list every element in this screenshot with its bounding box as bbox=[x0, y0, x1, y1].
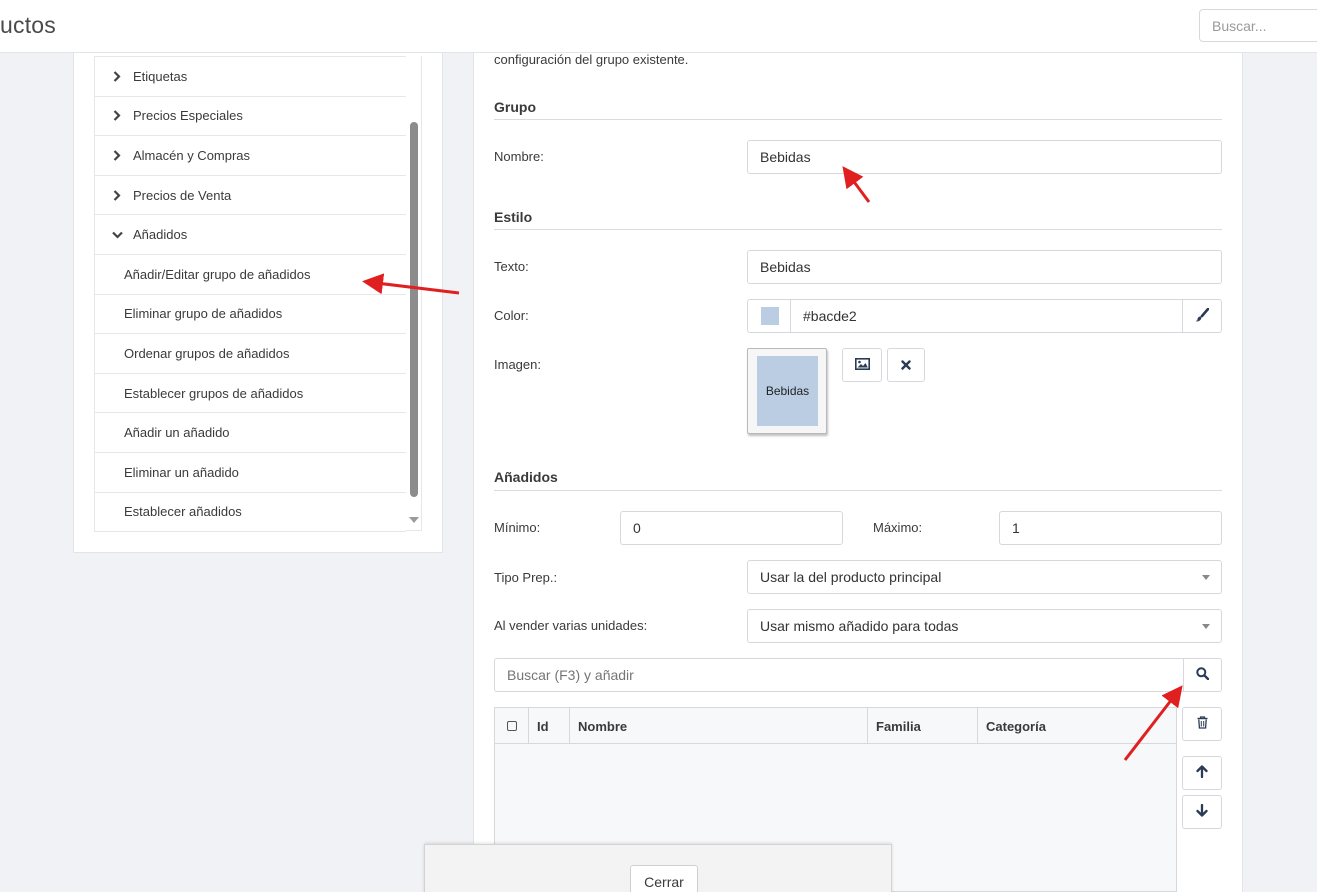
maximo-input[interactable]: 1 bbox=[999, 511, 1222, 545]
chevron-right-icon bbox=[110, 71, 124, 82]
sidebar-menu: Etiquetas Precios Especiales Almacén y C… bbox=[94, 57, 406, 533]
sidebar-subitem-ordenar-grupos[interactable]: Ordenar grupos de añadidos bbox=[94, 334, 406, 374]
sidebar-item-label: Almacén y Compras bbox=[133, 147, 251, 163]
menu-scrollbar[interactable] bbox=[406, 56, 422, 531]
sidebar-item-label: Eliminar un añadido bbox=[124, 464, 239, 480]
image-icon bbox=[854, 357, 870, 373]
texto-label: Texto: bbox=[494, 259, 529, 274]
color-input[interactable]: #bacde2 bbox=[790, 299, 1183, 333]
nombre-label: Nombre: bbox=[494, 149, 544, 164]
maximo-value: 1 bbox=[1012, 520, 1020, 536]
tipo-prep-value: Usar la del producto principal bbox=[760, 569, 942, 585]
sidebar-item-precios-especiales[interactable]: Precios Especiales bbox=[94, 97, 406, 137]
varias-unidades-select[interactable]: Usar mismo añadido para todas bbox=[747, 609, 1222, 643]
chevron-down-icon bbox=[110, 231, 124, 239]
sidebar-item-label: Añadidos bbox=[133, 227, 188, 243]
sidebar-item-etiquetas[interactable]: Etiquetas bbox=[94, 57, 406, 97]
column-header-familia[interactable]: Familia bbox=[868, 708, 978, 744]
chevron-right-icon bbox=[110, 150, 124, 161]
table-header: Id Nombre Familia Categoría bbox=[495, 708, 1176, 744]
chevron-right-icon bbox=[110, 110, 124, 122]
color-value: #bacde2 bbox=[803, 308, 857, 324]
move-up-button[interactable] bbox=[1182, 756, 1222, 790]
sidebar-subitem-editar-grupo[interactable]: Añadir/Editar grupo de añadidos bbox=[94, 255, 406, 295]
close-button[interactable]: Cerrar bbox=[630, 865, 698, 892]
global-search-input[interactable] bbox=[1199, 9, 1317, 42]
sidebar-subitem-establecer-grupos[interactable]: Establecer grupos de añadidos bbox=[94, 374, 406, 414]
color-preview bbox=[760, 307, 779, 325]
sidebar-subitem-establecer-anadidos[interactable]: Establecer añadidos bbox=[94, 493, 406, 533]
texto-value: Bebidas bbox=[760, 259, 811, 275]
dialog-footer: Cerrar bbox=[424, 844, 892, 892]
arrow-down-icon bbox=[1196, 803, 1208, 820]
image-preview[interactable]: Bebidas bbox=[747, 348, 827, 434]
nombre-value: Bebidas bbox=[760, 149, 811, 165]
tipo-prep-select[interactable]: Usar la del producto principal bbox=[747, 560, 1222, 594]
chevron-down-icon bbox=[1202, 575, 1210, 580]
chevron-right-icon bbox=[110, 189, 124, 201]
section-divider bbox=[494, 119, 1222, 120]
sidebar-item-anadidos[interactable]: Añadidos bbox=[94, 215, 406, 255]
sidebar-item-label: Añadir/Editar grupo de añadidos bbox=[124, 266, 311, 282]
color-picker-button[interactable] bbox=[1182, 299, 1222, 333]
varias-unidades-label: Al vender varias unidades: bbox=[494, 618, 648, 633]
column-header-id[interactable]: Id bbox=[529, 708, 570, 744]
section-title-estilo: Estilo bbox=[494, 209, 533, 225]
search-icon bbox=[1196, 667, 1210, 683]
arrow-up-icon bbox=[1196, 765, 1208, 781]
sidebar-item-label: Añadir un añadido bbox=[124, 425, 230, 441]
minimo-input[interactable]: 0 bbox=[620, 511, 843, 545]
minimo-value: 0 bbox=[633, 520, 641, 536]
top-bar: uctos bbox=[0, 0, 1317, 53]
close-icon bbox=[901, 358, 911, 373]
scroll-down-icon[interactable] bbox=[409, 517, 419, 523]
trash-icon bbox=[1197, 716, 1208, 732]
select-all-checkbox[interactable] bbox=[507, 721, 517, 731]
sidebar-item-precios-venta[interactable]: Precios de Venta bbox=[94, 176, 406, 216]
choose-image-button[interactable] bbox=[842, 348, 882, 382]
column-header-nombre[interactable]: Nombre bbox=[570, 708, 868, 744]
section-divider bbox=[494, 229, 1222, 230]
column-header-categoria[interactable]: Categoría bbox=[978, 708, 1176, 744]
add-search-input[interactable] bbox=[494, 658, 1184, 692]
sidebar-item-label: Ordenar grupos de añadidos bbox=[124, 345, 290, 361]
sidebar-subitem-eliminar-grupo[interactable]: Eliminar grupo de añadidos bbox=[94, 295, 406, 335]
sidebar-item-label: Eliminar grupo de añadidos bbox=[124, 306, 283, 322]
color-swatch[interactable] bbox=[747, 299, 791, 333]
sidebar-item-almacen-compras[interactable]: Almacén y Compras bbox=[94, 136, 406, 176]
image-thumbnail: Bebidas bbox=[757, 356, 818, 426]
brush-icon bbox=[1195, 307, 1210, 325]
select-all-cell[interactable] bbox=[495, 708, 529, 744]
remove-image-button[interactable] bbox=[887, 348, 925, 382]
intro-text: configuración del grupo existente. bbox=[494, 52, 689, 67]
nombre-input[interactable]: Bebidas bbox=[747, 140, 1222, 174]
section-divider bbox=[494, 490, 1222, 491]
tipo-prep-label: Tipo Prep.: bbox=[494, 570, 558, 585]
chevron-down-icon bbox=[1202, 624, 1210, 629]
maximo-label: Máximo: bbox=[873, 520, 923, 535]
move-down-button[interactable] bbox=[1182, 795, 1222, 829]
texto-input[interactable]: Bebidas bbox=[747, 250, 1222, 284]
section-title-grupo: Grupo bbox=[494, 99, 536, 115]
color-label: Color: bbox=[494, 308, 529, 323]
page-title: uctos bbox=[0, 12, 56, 38]
search-button[interactable] bbox=[1183, 658, 1222, 692]
sidebar-item-label: Precios Especiales bbox=[133, 108, 243, 124]
scrollbar-thumb[interactable] bbox=[410, 122, 418, 497]
varias-unidades-value: Usar mismo añadido para todas bbox=[760, 618, 959, 634]
delete-row-button[interactable] bbox=[1182, 707, 1222, 741]
sidebar-subitem-anadir-anadido[interactable]: Añadir un añadido bbox=[94, 413, 406, 453]
sidebar-item-label: Etiquetas bbox=[133, 68, 188, 84]
minimo-label: Mínimo: bbox=[494, 520, 541, 535]
sidebar-item-label: Establecer añadidos bbox=[124, 504, 242, 520]
section-title-anadidos: Añadidos bbox=[494, 469, 558, 485]
sidebar-item-label: Establecer grupos de añadidos bbox=[124, 385, 304, 401]
sidebar-item-label: Precios de Venta bbox=[133, 187, 232, 203]
imagen-label: Imagen: bbox=[494, 357, 541, 372]
sidebar-subitem-eliminar-anadido[interactable]: Eliminar un añadido bbox=[94, 453, 406, 493]
